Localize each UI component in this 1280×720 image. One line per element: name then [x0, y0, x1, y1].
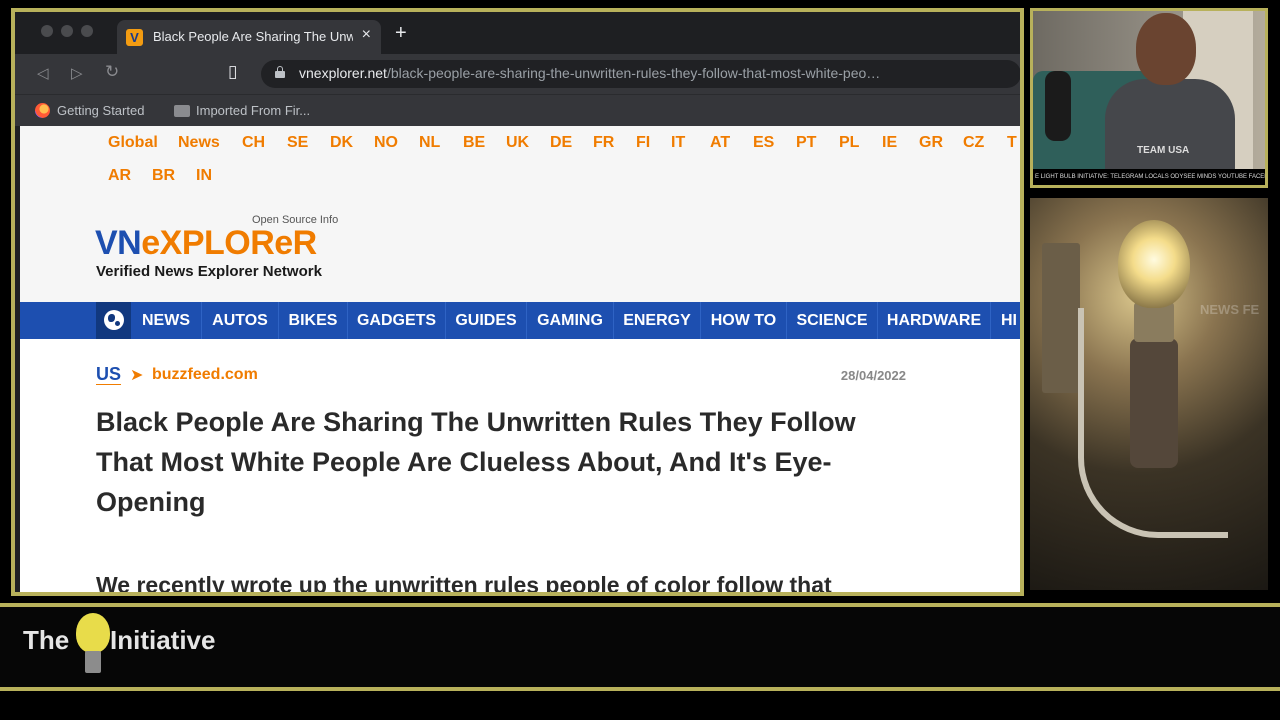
firefox-icon — [35, 103, 50, 118]
region-link[interactable]: CZ — [963, 134, 984, 152]
ghost-text: NEWS FE — [1200, 302, 1260, 317]
region-link[interactable]: IN — [196, 167, 212, 185]
category-hi[interactable]: HI — [991, 302, 1020, 339]
host-head — [1136, 13, 1196, 85]
microphone-icon — [1045, 71, 1071, 141]
arrow-icon: ➤ — [130, 367, 144, 384]
article-meta: US ➤ buzzfeed.com 28/04/2022 — [96, 364, 906, 388]
minimize-window-button[interactable] — [61, 25, 73, 37]
reload-icon[interactable]: ↻ — [105, 62, 119, 82]
new-tab-button[interactable]: + — [395, 23, 407, 43]
address-bar[interactable]: vnexplorer.net/black-people-are-sharing-… — [261, 60, 1020, 88]
tab-title: Black People Are Sharing The Unwritten — [153, 29, 353, 44]
category-science[interactable]: SCIENCE — [787, 302, 878, 339]
url-text[interactable]: vnexplorer.net/black-people-are-sharing-… — [299, 65, 1009, 81]
region-link[interactable]: Global — [108, 134, 158, 152]
article-body: We recently wrote up the unwritten rules… — [96, 572, 832, 596]
wall-outlet — [1042, 243, 1080, 393]
category-bikes[interactable]: BIKES — [279, 302, 348, 339]
bookmark-imported-folder[interactable]: Imported From Fir... — [196, 103, 310, 118]
tab-close-icon[interactable]: × — [362, 26, 371, 44]
back-icon[interactable]: ◁ — [37, 64, 49, 82]
category-news[interactable]: NEWS — [131, 302, 202, 339]
social-ticker: E LIGHT BULB INITIATIVE: TELEGRAM LOCALS… — [1033, 169, 1265, 185]
category-hardware[interactable]: HARDWARE — [878, 302, 991, 339]
close-window-button[interactable] — [41, 25, 53, 37]
region-link[interactable]: BR — [152, 167, 175, 185]
banner-divider-bottom — [0, 687, 1280, 691]
region-link[interactable]: PT — [796, 134, 816, 152]
region-link[interactable]: AT — [710, 134, 730, 152]
globe-button[interactable] — [96, 302, 131, 339]
region-link[interactable]: FR — [593, 134, 614, 152]
region-link[interactable]: T — [1007, 134, 1017, 152]
region-link[interactable]: AR — [108, 167, 131, 185]
logo-subtitle: Verified News Explorer Network — [96, 263, 322, 280]
folder-icon — [174, 105, 190, 117]
brand-word-initiative: Initiative — [110, 625, 216, 655]
stream-overlay: V Black People Are Sharing The Unwritten… — [0, 0, 1280, 720]
category-gadgets[interactable]: GADGETS — [348, 302, 446, 339]
category-guides[interactable]: GUIDES — [446, 302, 527, 339]
region-link[interactable]: News — [178, 134, 220, 152]
robot-neck — [1134, 302, 1174, 342]
bookmark-icon[interactable]: ▯ — [228, 62, 237, 82]
region-nav: Global News CH SE DK NO NL BE UK DE FR F… — [20, 126, 1020, 194]
category-gaming[interactable]: GAMING — [527, 302, 614, 339]
brand-word-the: The — [23, 625, 70, 655]
webcam-feed: TEAM USA E LIGHT BULB INITIATIVE: TELEGR… — [1030, 8, 1268, 188]
category-how-to[interactable]: HOW TO — [701, 302, 787, 339]
region-link[interactable]: FI — [636, 134, 650, 152]
browser-window: V Black People Are Sharing The Unwritten… — [11, 8, 1024, 596]
region-link[interactable]: IE — [882, 134, 897, 152]
region-link[interactable]: NL — [419, 134, 440, 152]
forward-icon[interactable]: ▷ — [71, 64, 83, 82]
robot-body — [1130, 338, 1178, 468]
region-link[interactable]: SE — [287, 134, 308, 152]
globe-icon — [104, 310, 124, 330]
bookmarks-bar: Getting Started Imported From Fir... — [15, 94, 1020, 126]
category-energy[interactable]: ENERGY — [614, 302, 701, 339]
site-header: Open Source Info VNeXPLOReR Verified New… — [20, 194, 1020, 302]
article-headline: Black People Are Sharing The Unwritten R… — [96, 407, 856, 517]
region-link[interactable]: CH — [242, 134, 265, 152]
browser-toolbar: ◁ ▷ ↻ ▯ vnexplorer.net/black-people-are-… — [15, 54, 1020, 94]
site-logo[interactable]: VNeXPLOReR — [95, 224, 317, 263]
maximize-window-button[interactable] — [81, 25, 93, 37]
vnexplorer-favicon-icon: V — [126, 29, 143, 46]
lock-icon[interactable] — [275, 66, 285, 78]
lightbulb-icon — [1118, 220, 1190, 308]
country-link[interactable]: US — [96, 364, 121, 385]
region-link[interactable]: IT — [671, 134, 685, 152]
category-autos[interactable]: AUTOS — [202, 302, 279, 339]
article-date: 28/04/2022 — [840, 368, 906, 383]
host-figure — [1105, 79, 1235, 174]
bookmark-getting-started[interactable]: Getting Started — [57, 103, 144, 118]
region-link[interactable]: GR — [919, 134, 943, 152]
region-link[interactable]: DE — [550, 134, 572, 152]
show-banner: The Initiative — [0, 607, 1280, 687]
brand-lightbulb-icon — [76, 613, 110, 675]
region-link[interactable]: PL — [839, 134, 859, 152]
lightbulb-robot-image: NEWS FE — [1030, 198, 1268, 590]
web-page: Global News CH SE DK NO NL BE UK DE FR F… — [20, 126, 1020, 596]
region-link[interactable]: UK — [506, 134, 529, 152]
tab-active[interactable]: V Black People Are Sharing The Unwritten… — [117, 20, 381, 54]
category-nav: NEWS AUTOS BIKES GADGETS GUIDES GAMING E… — [20, 302, 1020, 339]
tab-bar: V Black People Are Sharing The Unwritten… — [15, 12, 1020, 54]
region-link[interactable]: NO — [374, 134, 398, 152]
region-link[interactable]: ES — [753, 134, 774, 152]
region-link[interactable]: DK — [330, 134, 353, 152]
region-link[interactable]: BE — [463, 134, 485, 152]
shirt-text: TEAM USA — [1137, 145, 1190, 156]
source-link[interactable]: buzzfeed.com — [152, 366, 258, 384]
